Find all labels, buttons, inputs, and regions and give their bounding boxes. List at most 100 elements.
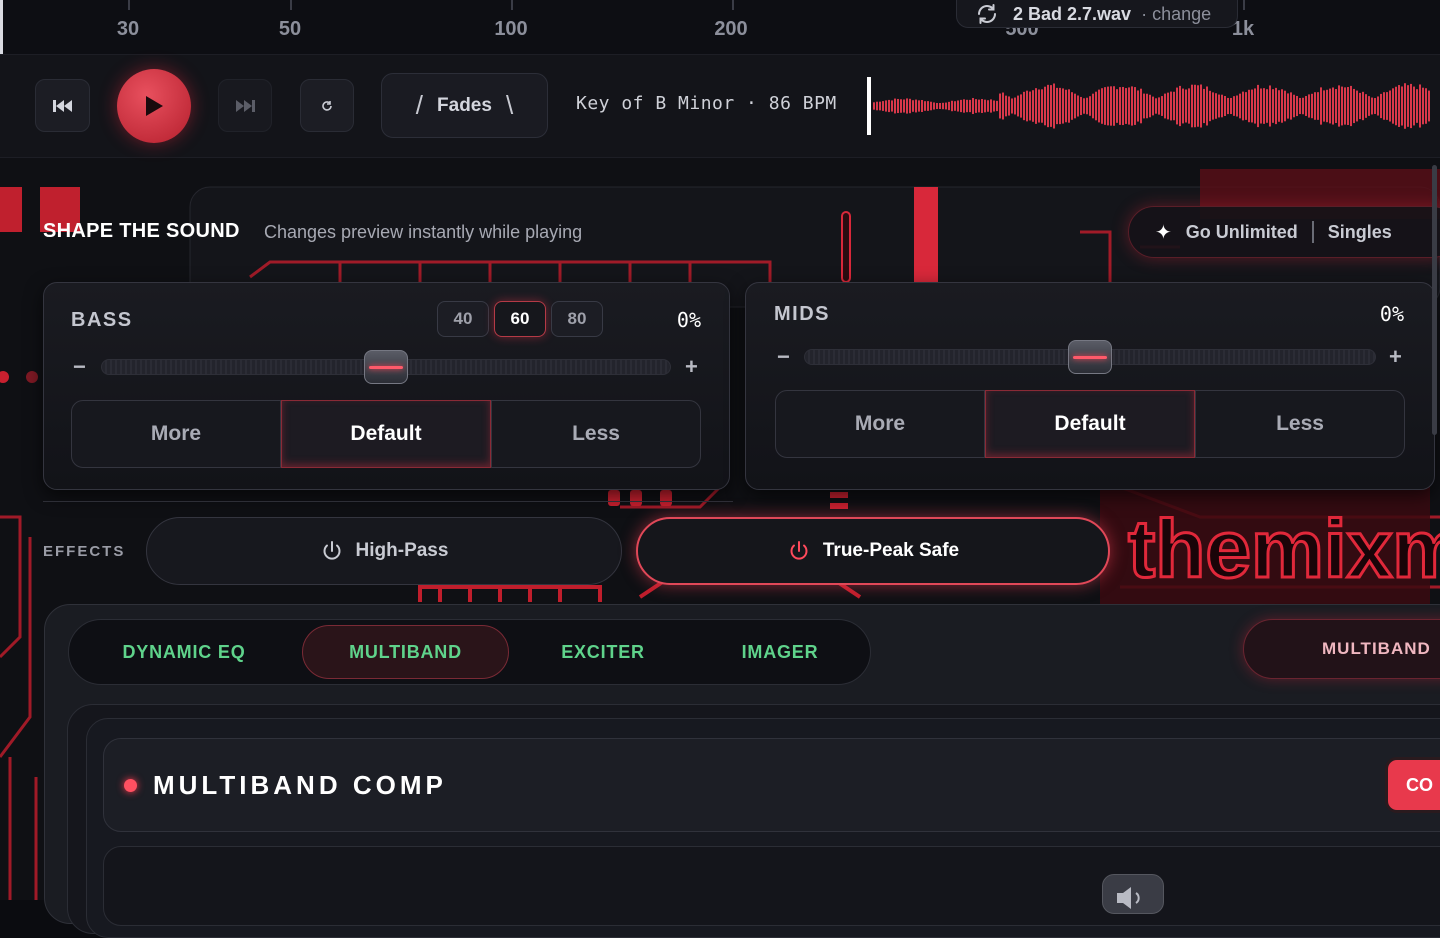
loop-button[interactable] bbox=[300, 79, 354, 132]
tab-imager[interactable]: IMAGER bbox=[706, 625, 854, 679]
bass-increase-button[interactable]: + bbox=[685, 354, 698, 380]
bass-chip-80[interactable]: 80 bbox=[551, 301, 603, 337]
module-action-button[interactable]: CO bbox=[1385, 757, 1440, 813]
bass-chip-40[interactable]: 40 bbox=[437, 301, 489, 337]
waveform-bar bbox=[897, 98, 899, 114]
play-button[interactable] bbox=[117, 69, 191, 143]
mids-decrease-button[interactable]: − bbox=[777, 344, 790, 370]
waveform-bar bbox=[1083, 98, 1085, 114]
tab-multiband[interactable]: MULTIBAND bbox=[302, 625, 509, 679]
true-peak-label: True-Peak Safe bbox=[822, 540, 960, 561]
waveform-bar bbox=[1113, 86, 1115, 126]
change-file-link[interactable]: · change bbox=[1141, 4, 1211, 25]
bass-panel: BASS 40 60 80 0% − + More Default Less bbox=[43, 282, 730, 490]
speaker-button[interactable] bbox=[1102, 874, 1164, 914]
skip-back-button[interactable] bbox=[35, 79, 90, 132]
tab-exciter[interactable]: EXCITER bbox=[530, 625, 676, 679]
waveform-bar bbox=[957, 100, 959, 112]
bass-chip-60[interactable]: 60 bbox=[494, 301, 546, 337]
mids-more-button[interactable]: More bbox=[775, 390, 985, 458]
waveform-bar bbox=[1053, 83, 1055, 129]
waveform-bar bbox=[1059, 87, 1061, 125]
waveform-bar bbox=[876, 101, 878, 111]
waveform-bar bbox=[1296, 95, 1298, 117]
effects-label: EFFECTS bbox=[43, 543, 126, 560]
waveform-bar bbox=[1272, 89, 1274, 123]
waveform-bar bbox=[945, 102, 947, 110]
waveform-bar bbox=[939, 103, 941, 109]
bass-decrease-button[interactable]: − bbox=[73, 354, 86, 380]
waveform-bar bbox=[1329, 88, 1331, 124]
bass-more-button[interactable]: More bbox=[71, 400, 281, 468]
high-pass-label: High-Pass bbox=[355, 540, 449, 561]
waveform-bar bbox=[1293, 94, 1295, 118]
waveform-bar bbox=[1173, 91, 1175, 121]
waveform-bar bbox=[1308, 94, 1310, 118]
waveform-bar bbox=[1413, 86, 1415, 126]
waveform-bar bbox=[1161, 96, 1163, 116]
waveform-bar bbox=[1248, 89, 1250, 123]
waveform[interactable] bbox=[867, 77, 1430, 135]
waveform-bar bbox=[996, 100, 998, 112]
waveform-bar bbox=[882, 101, 884, 111]
waveform-bar bbox=[1254, 88, 1256, 124]
waveform-bar bbox=[1047, 84, 1049, 128]
multiband-mode-pill[interactable]: MULTIBAND bbox=[1243, 619, 1440, 679]
bass-slider-thumb[interactable] bbox=[364, 350, 408, 384]
skip-forward-button[interactable] bbox=[218, 79, 272, 132]
waveform-bar bbox=[1134, 87, 1136, 125]
waveform-bar bbox=[963, 99, 965, 113]
waveform-bar bbox=[1410, 83, 1412, 129]
waveform-bar bbox=[1077, 95, 1079, 117]
file-name: 2 Bad 2.7.wav bbox=[1013, 3, 1132, 24]
waveform-bar bbox=[942, 102, 944, 110]
waveform-bar bbox=[1317, 92, 1319, 120]
waveform-bar bbox=[1098, 89, 1100, 123]
waveform-bar bbox=[1215, 93, 1217, 119]
fade-in-icon: / bbox=[415, 90, 424, 120]
waveform-bar bbox=[1392, 88, 1394, 124]
ruler-label: 200 bbox=[714, 18, 748, 40]
speaker-icon bbox=[1117, 887, 1140, 909]
waveform-bar bbox=[1158, 97, 1160, 115]
waveform-bar bbox=[1260, 88, 1262, 124]
true-peak-toggle[interactable]: True-Peak Safe bbox=[636, 517, 1110, 585]
go-unlimited-button[interactable]: Go Unlimited bbox=[1186, 222, 1298, 243]
waveform-bar bbox=[1281, 89, 1283, 123]
waveform-bar bbox=[1224, 95, 1226, 117]
bass-less-button[interactable]: Less bbox=[491, 400, 701, 468]
sparkle-icon: ✦ bbox=[1155, 221, 1172, 244]
mids-default-button[interactable]: Default bbox=[985, 390, 1195, 458]
bass-value: 0% bbox=[676, 308, 701, 332]
high-pass-toggle[interactable]: High-Pass bbox=[146, 517, 622, 585]
frequency-ruler: 30 50 100 200 500 1k 2 Bad 2.7.wav · cha… bbox=[0, 0, 1440, 54]
bass-default-button[interactable]: Default bbox=[281, 400, 491, 468]
file-selector[interactable]: 2 Bad 2.7.wav · change bbox=[956, 0, 1238, 28]
fades-button[interactable]: / Fades \ bbox=[381, 73, 548, 138]
tab-dynamic-eq[interactable]: DYNAMIC EQ bbox=[96, 625, 272, 679]
playhead-marker[interactable] bbox=[867, 77, 871, 135]
singles-button[interactable]: Singles bbox=[1328, 222, 1392, 243]
waveform-bar bbox=[894, 98, 896, 114]
waveform-bar bbox=[1275, 87, 1277, 125]
waveform-bar bbox=[984, 99, 986, 113]
shape-sound-subtitle: Changes preview instantly while playing bbox=[264, 222, 583, 242]
mids-panel: MIDS 0% − + More Default Less bbox=[745, 282, 1435, 490]
waveform-bar bbox=[1176, 87, 1178, 125]
waveform-bar bbox=[1416, 89, 1418, 123]
mids-less-button[interactable]: Less bbox=[1195, 390, 1405, 458]
waveform-bar bbox=[1314, 92, 1316, 120]
waveform-bar bbox=[1065, 89, 1067, 123]
waveform-bar bbox=[966, 99, 968, 113]
waveform-bar bbox=[1062, 88, 1064, 124]
waveform-bar bbox=[1320, 87, 1322, 125]
waveform-bar bbox=[936, 102, 938, 110]
waveform-bar bbox=[1323, 90, 1325, 122]
waveform-bar bbox=[1278, 90, 1280, 122]
waveform-bar bbox=[1056, 87, 1058, 125]
scrollbar[interactable] bbox=[1432, 165, 1437, 435]
mids-increase-button[interactable]: + bbox=[1389, 344, 1402, 370]
waveform-bar bbox=[1332, 87, 1334, 125]
waveform-bar bbox=[1167, 92, 1169, 120]
mids-slider-thumb[interactable] bbox=[1068, 340, 1112, 374]
